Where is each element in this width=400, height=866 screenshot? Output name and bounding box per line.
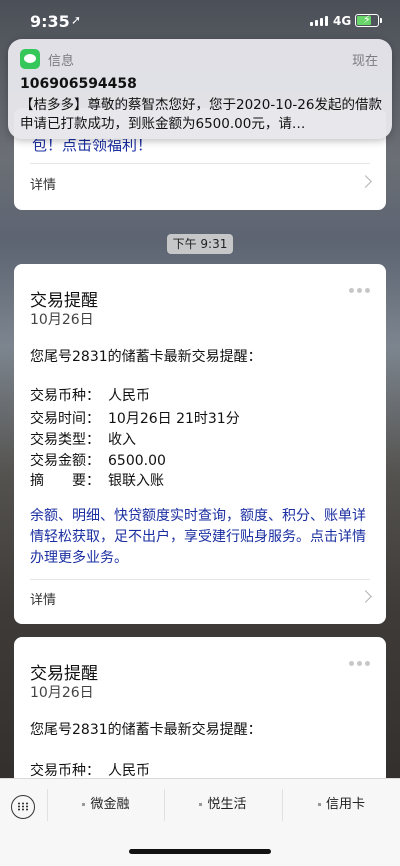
more-options-icon[interactable]	[349, 288, 370, 293]
notification-message: 【桔多多】尊敬的蔡智杰您好，您于2020-10-26发起的借款申请已打款成功，到…	[20, 97, 382, 132]
status-time: 9:35	[30, 12, 70, 31]
field-type: 交易类型： 收入	[30, 432, 136, 448]
notification-app-name: 信息	[48, 54, 75, 69]
cellular-signal-icon	[310, 16, 328, 26]
card-intro: 您尾号2831的储蓄卡最新交易提醒：	[30, 722, 262, 738]
detail-row[interactable]: 详情	[30, 168, 372, 198]
keyboard-icon[interactable]	[11, 795, 35, 819]
messages-app-icon	[20, 49, 40, 69]
notification-time: 现在	[351, 54, 378, 69]
home-indicator[interactable]	[129, 849, 271, 854]
service-links-text[interactable]: 余额、明细、快贷额度实时查询，额度、积分、账单详情轻松获取，足不出户，享受建行贴…	[30, 506, 375, 569]
card-title: 交易提醒	[30, 291, 98, 311]
detail-label: 详情	[30, 178, 57, 193]
chevron-right-icon	[359, 175, 372, 188]
field-currency: 交易币种： 人民币	[30, 763, 150, 779]
network-type: 4G	[333, 14, 352, 28]
card-intro: 您尾号2831的储蓄卡最新交易提醒：	[30, 349, 262, 365]
divider	[30, 579, 370, 580]
divider	[30, 163, 370, 164]
battery-icon: ⚡	[355, 13, 382, 27]
menu-item-yue-shenghuo[interactable]: 悦生活	[165, 779, 281, 831]
menu-item-wei-jinrong[interactable]: 微金融	[48, 779, 164, 831]
field-time: 交易时间： 10月26日 21时31分	[30, 411, 240, 427]
detail-label: 详情	[30, 593, 57, 608]
notification-sender: 106906594458	[20, 76, 137, 92]
card-title: 交易提醒	[30, 664, 98, 684]
card-date: 10月26日	[30, 312, 94, 328]
field-summary: 摘 要： 银联入账	[30, 473, 164, 489]
transaction-card: 交易提醒 10月26日 您尾号2831的储蓄卡最新交易提醒： 交易币种： 人民币	[14, 637, 386, 787]
detail-row[interactable]: 详情	[30, 583, 372, 613]
status-bar: 9:35 ➚ 4G ⚡	[0, 0, 400, 44]
transaction-card: 交易提醒 10月26日 您尾号2831的储蓄卡最新交易提醒： 交易币种： 人民币 …	[14, 264, 386, 624]
chat-timestamp: 下午 9:31	[167, 234, 233, 254]
field-currency: 交易币种： 人民币	[30, 388, 150, 404]
sms-notification-banner[interactable]: 信息 现在 106906594458 【桔多多】尊敬的蔡智杰您好，您于2020-…	[8, 39, 392, 139]
menu-item-credit-card[interactable]: 信用卡	[283, 779, 400, 831]
card-date: 10月26日	[30, 685, 94, 701]
location-arrow-icon: ➚	[71, 13, 82, 27]
field-amount: 交易金额： 6500.00	[30, 453, 166, 469]
chevron-right-icon	[359, 590, 372, 603]
more-options-icon[interactable]	[349, 661, 370, 666]
